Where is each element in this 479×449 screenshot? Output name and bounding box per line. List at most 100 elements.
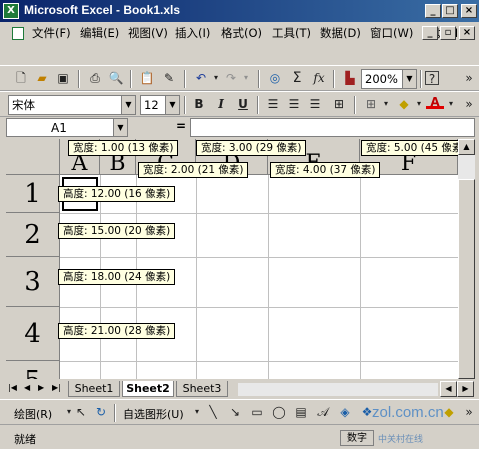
align-center-icon[interactable]: ☰ xyxy=(285,95,303,113)
menu-edit[interactable]: 编辑(E) xyxy=(80,25,119,41)
menu-insert[interactable]: 插入(I) xyxy=(175,25,210,41)
worksheet-grid[interactable]: A B C D E F 1 2 3 4 5 宽度: 1.00 (13 像素) 宽… xyxy=(6,139,458,379)
row-height-tooltip: 高度: 21.00 (28 像素) xyxy=(58,323,176,339)
diagram-icon[interactable]: ◈ xyxy=(336,403,354,421)
watermark-subtext: 中关村在线 xyxy=(378,435,424,445)
row-header-2[interactable]: 2 xyxy=(6,213,60,257)
underline-button[interactable]: U xyxy=(234,95,252,113)
chart-wizard-icon[interactable]: ▙ xyxy=(341,69,359,87)
formatting-toolbar: 宋体 ▼ 12 ▼ B I U ☰ ☰ ☰ ⊞ ⊞ ▾ ◆ ▾ A ▾ » xyxy=(0,91,479,117)
row-height-tooltip: 高度: 15.00 (20 像素) xyxy=(58,223,176,239)
menu-window[interactable]: 窗口(W) xyxy=(370,25,413,41)
rotate-icon[interactable]: ↻ xyxy=(92,403,110,421)
font-name-select[interactable]: 宋体 ▼ xyxy=(8,95,136,115)
row-height-tooltip: 高度: 12.00 (16 像素) xyxy=(58,186,176,202)
font-color-dropdown-icon[interactable]: ▾ xyxy=(442,95,460,113)
toolbar-options-icon[interactable]: » xyxy=(460,69,478,87)
doc-restore-button[interactable]: ▫ xyxy=(440,26,456,40)
formula-input[interactable] xyxy=(190,118,475,137)
tab-sheet1[interactable]: Sheet1 xyxy=(68,381,120,397)
format-painter-icon[interactable]: ✎ xyxy=(160,69,178,87)
save-icon[interactable]: ▣ xyxy=(54,69,72,87)
scroll-right-icon[interactable]: ▶ xyxy=(457,381,474,397)
menu-format[interactable]: 格式(O) xyxy=(221,25,262,41)
print-icon[interactable]: ⎙ xyxy=(86,69,104,87)
workbook-icon[interactable] xyxy=(12,27,24,40)
menu-file[interactable]: 文件(F) xyxy=(32,25,71,41)
new-icon[interactable]: 🗋 xyxy=(12,69,30,87)
title-bar: X Microsoft Excel - Book1.xls _ □ × xyxy=(0,0,479,22)
scroll-left-icon[interactable]: ◀ xyxy=(440,381,457,397)
close-button[interactable]: × xyxy=(461,4,477,18)
doc-minimize-button[interactable]: _ xyxy=(422,26,438,40)
paste-icon[interactable]: 📋 xyxy=(138,69,156,87)
excel-icon[interactable]: X xyxy=(3,3,19,19)
fill-color-icon[interactable]: ◆ xyxy=(440,403,458,421)
menu-tools[interactable]: 工具(T) xyxy=(272,25,311,41)
borders-dropdown-icon[interactable]: ▾ xyxy=(377,95,395,113)
chevron-down-icon[interactable]: ▼ xyxy=(165,96,179,114)
name-box-value: A1 xyxy=(51,121,67,135)
toolbar-options-icon[interactable]: » xyxy=(460,403,478,421)
gridline xyxy=(268,175,269,379)
select-objects-icon[interactable]: ↖ xyxy=(72,403,90,421)
column-width-tooltip: 宽度: 2.00 (21 像素) xyxy=(138,162,249,178)
autoshapes-menu-button[interactable]: 自选图形(U) xyxy=(123,406,184,422)
prev-sheet-icon[interactable]: ◀ xyxy=(24,383,30,392)
vertical-scrollbar[interactable]: ▲ xyxy=(458,139,475,379)
doc-close-button[interactable]: × xyxy=(459,26,475,40)
redo-dropdown-icon[interactable]: ▾ xyxy=(237,69,255,87)
function-icon[interactable]: fx xyxy=(310,69,328,87)
horizontal-scrollbar[interactable] xyxy=(238,383,438,396)
gridline xyxy=(60,361,458,362)
gridline xyxy=(60,213,458,214)
help-icon[interactable]: ? xyxy=(425,71,439,86)
print-preview-icon[interactable]: 🔍 xyxy=(107,69,125,87)
row-header-4[interactable]: 4 xyxy=(6,307,60,361)
wordart-icon[interactable]: 𝒜 xyxy=(314,403,332,421)
draw-menu-button[interactable]: 绘图(R) xyxy=(14,406,52,422)
select-all-corner[interactable] xyxy=(6,139,60,175)
tab-sheet2[interactable]: Sheet2 xyxy=(122,381,174,397)
textbox-icon[interactable]: ▤ xyxy=(292,403,310,421)
tab-sheet3[interactable]: Sheet3 xyxy=(176,381,228,397)
separator xyxy=(354,96,356,114)
line-icon[interactable]: ╲ xyxy=(204,403,222,421)
bold-button[interactable]: B xyxy=(190,95,208,113)
minimize-button[interactable]: _ xyxy=(425,4,441,18)
chevron-down-icon[interactable]: ▼ xyxy=(121,96,135,114)
rectangle-icon[interactable]: ▭ xyxy=(248,403,266,421)
italic-button[interactable]: I xyxy=(212,95,230,113)
arrow-icon[interactable]: ↘ xyxy=(226,403,244,421)
scroll-up-icon[interactable]: ▲ xyxy=(458,139,475,155)
row-header-3[interactable]: 3 xyxy=(6,257,60,307)
row-header-5[interactable]: 5 xyxy=(6,361,60,379)
separator xyxy=(114,404,116,422)
maximize-button[interactable]: □ xyxy=(442,4,458,18)
toolbar-options-icon[interactable]: » xyxy=(460,95,478,113)
menu-data[interactable]: 数据(D) xyxy=(320,25,361,41)
chevron-down-icon[interactable]: ▼ xyxy=(402,70,416,88)
chevron-down-icon[interactable]: ▼ xyxy=(113,119,127,136)
gridline xyxy=(360,175,361,379)
autosum-icon[interactable]: Σ xyxy=(288,69,306,87)
next-sheet-icon[interactable]: ▶ xyxy=(38,383,44,392)
watermark-text: zol.com.cn xyxy=(372,404,444,421)
row-header-1[interactable]: 1 xyxy=(6,175,60,213)
zoom-select[interactable]: 200% ▼ xyxy=(361,69,417,89)
align-left-icon[interactable]: ☰ xyxy=(264,95,282,113)
scroll-thumb[interactable] xyxy=(458,179,475,379)
last-sheet-icon[interactable]: ▶| xyxy=(52,383,61,392)
column-width-tooltip: 宽度: 5.00 (45 像素) xyxy=(361,140,458,156)
name-box[interactable]: A1 ▼ xyxy=(6,118,128,137)
oval-icon[interactable]: ◯ xyxy=(270,403,288,421)
font-size-select[interactable]: 12 ▼ xyxy=(140,95,180,115)
row-height-tooltip: 高度: 18.00 (24 像素) xyxy=(58,269,176,285)
open-icon[interactable]: ▰ xyxy=(33,69,51,87)
first-sheet-icon[interactable]: |◀ xyxy=(8,383,17,392)
separator xyxy=(258,70,260,88)
menu-view[interactable]: 视图(V) xyxy=(128,25,168,41)
merge-center-icon[interactable]: ⊞ xyxy=(330,95,348,113)
align-right-icon[interactable]: ☰ xyxy=(306,95,324,113)
hyperlink-icon[interactable]: ◎ xyxy=(266,69,284,87)
